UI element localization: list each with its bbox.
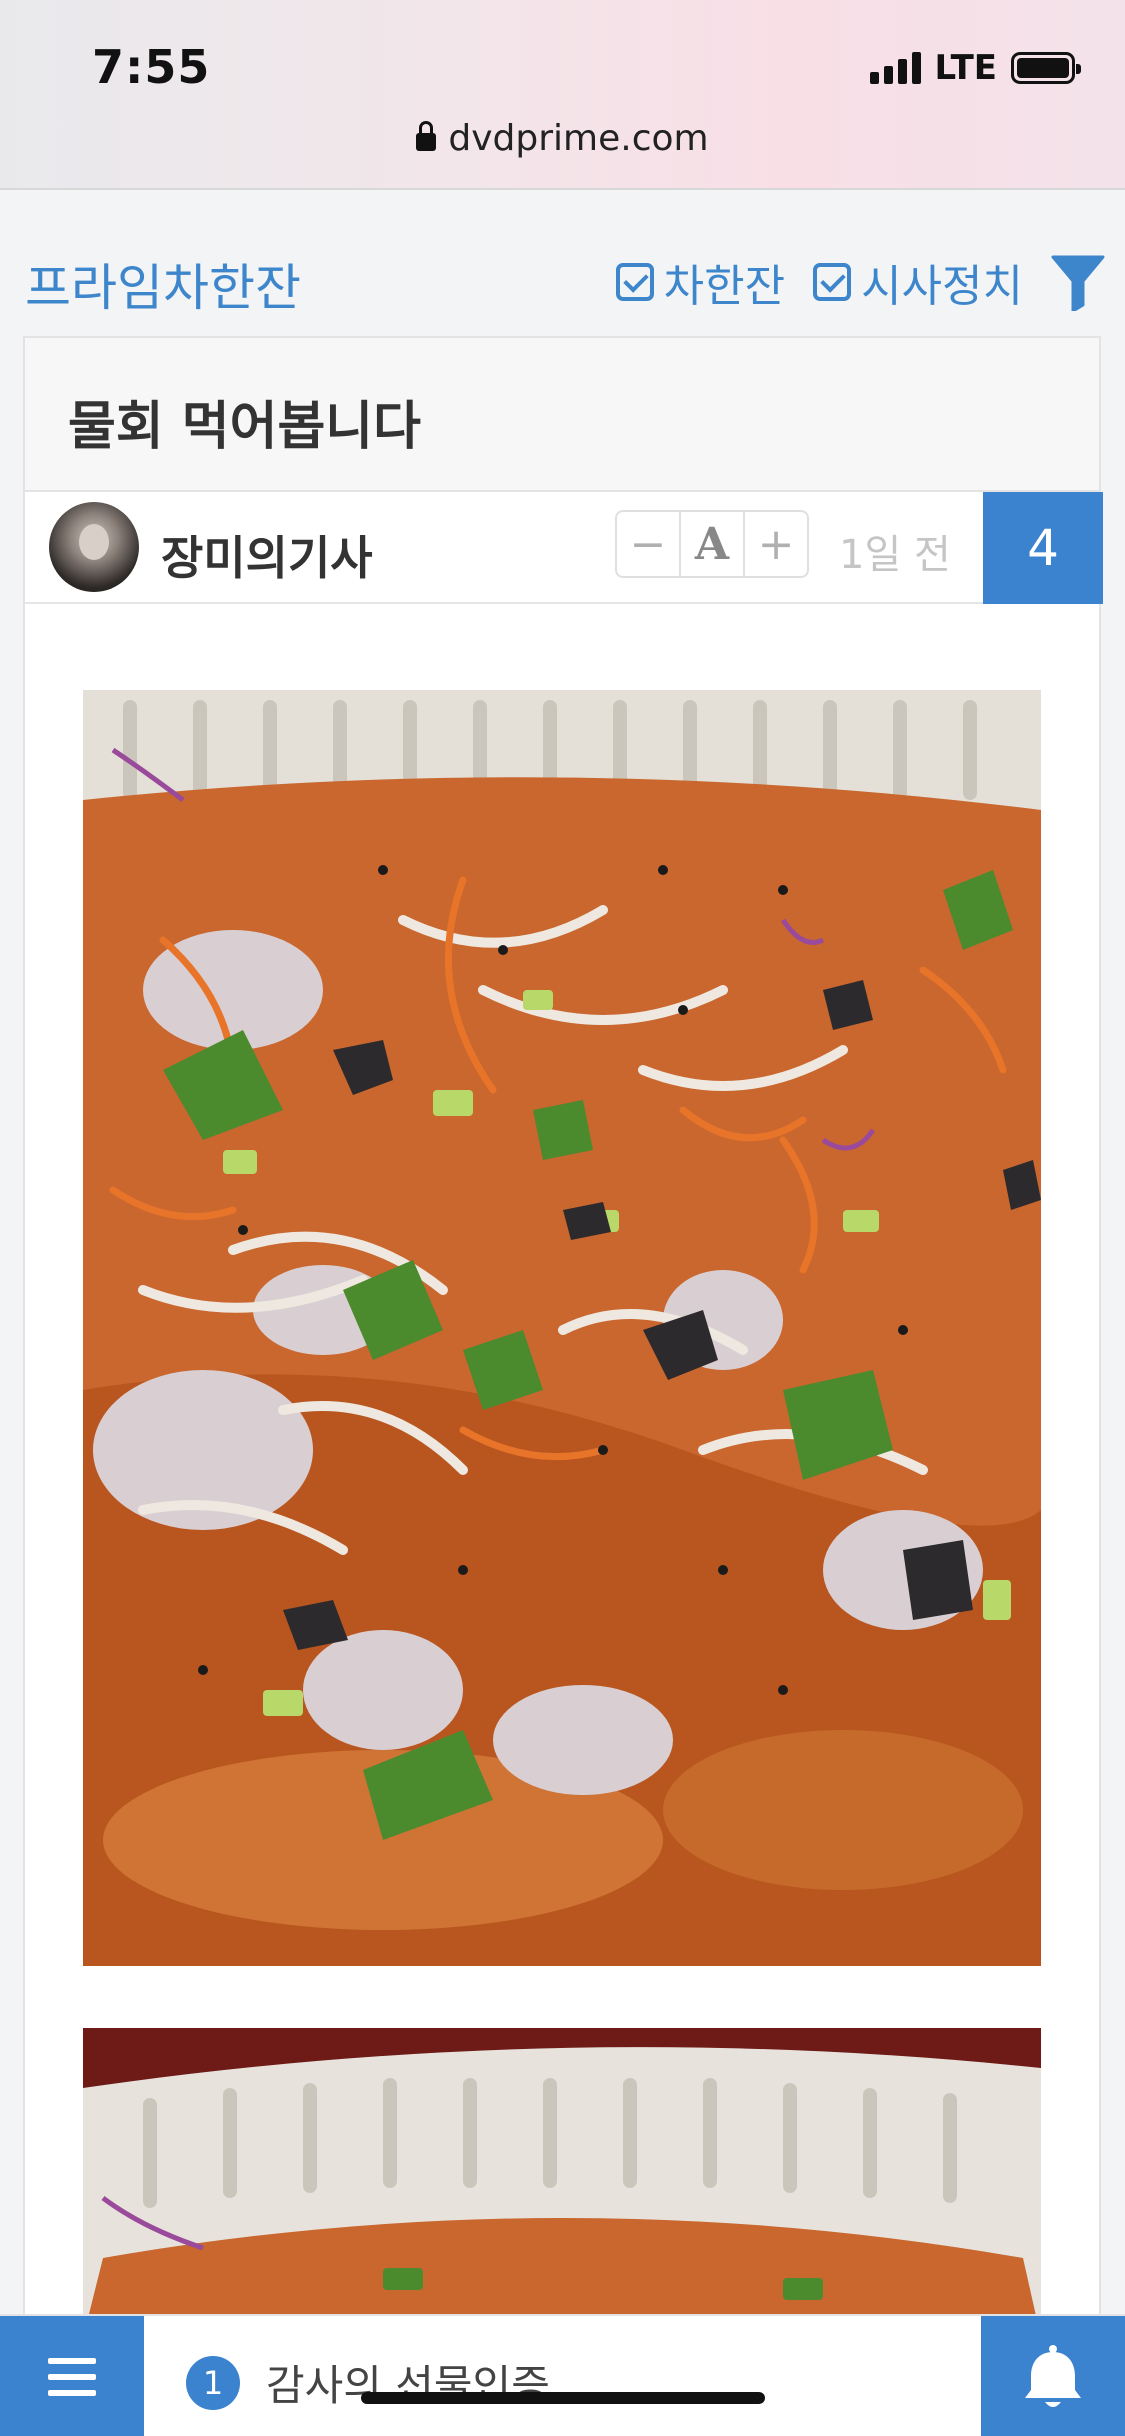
menu-button[interactable] [0, 2316, 144, 2436]
address-bar[interactable]: dvdprime.com [0, 118, 1125, 159]
post-image[interactable] [83, 690, 1041, 1966]
comment-count-button[interactable]: 4 [983, 492, 1103, 604]
browser-top-bar: 7:55 LTE dvdprime.com [0, 0, 1125, 190]
checkbox-checked-icon[interactable] [813, 263, 852, 301]
network-label: LTE [934, 48, 997, 88]
post-title: 물회 먹어봅니다 [68, 397, 421, 457]
checkbox-checked-icon[interactable] [615, 263, 654, 301]
font-decrease-button[interactable]: − [617, 512, 681, 576]
status-time: 7:55 [92, 40, 211, 94]
category-filters: 차한잔 시사정치 [615, 250, 1105, 314]
post-image[interactable] [83, 2028, 1041, 2338]
bell-icon [1025, 2345, 1081, 2407]
mulhoe-photo [83, 2028, 1041, 2338]
notice-badge: 1 [186, 2355, 240, 2410]
hamburger-icon-line [48, 2374, 96, 2380]
board-header: 프라임차한잔 차한잔 시사정치 [0, 240, 1125, 320]
board-title[interactable]: 프라임차한잔 [25, 248, 301, 320]
url-text: dvdprime.com [448, 118, 709, 159]
mulhoe-photo [83, 690, 1041, 1966]
filter-sisa[interactable]: 시사정치 [813, 250, 1023, 314]
font-size-controls: − A + [615, 510, 809, 578]
post-meta: 장미의기사 − A + 1일 전 4 [25, 492, 1103, 604]
battery-icon [1011, 52, 1081, 84]
filter-label: 차한잔 [663, 261, 786, 312]
signal-icon [869, 52, 921, 84]
hamburger-icon-line [48, 2390, 96, 2396]
post-time: 1일 전 [839, 532, 951, 578]
lock-icon [416, 121, 437, 151]
font-increase-button[interactable]: + [745, 512, 807, 576]
status-indicators: LTE [869, 48, 1081, 88]
filter-label: 시사정치 [861, 261, 1023, 312]
font-reset-button[interactable]: A [681, 512, 745, 576]
filter-funnel-icon[interactable] [1051, 253, 1105, 311]
filter-chahanjan[interactable]: 차한잔 [615, 250, 786, 314]
home-indicator [361, 2392, 765, 2404]
author-name[interactable]: 장미의기사 [161, 522, 373, 588]
hamburger-icon [48, 2358, 96, 2364]
bottom-nav: 1 감사의 선물인증 [0, 2314, 1125, 2436]
notification-button[interactable] [981, 2316, 1125, 2436]
author-avatar[interactable] [49, 502, 139, 592]
